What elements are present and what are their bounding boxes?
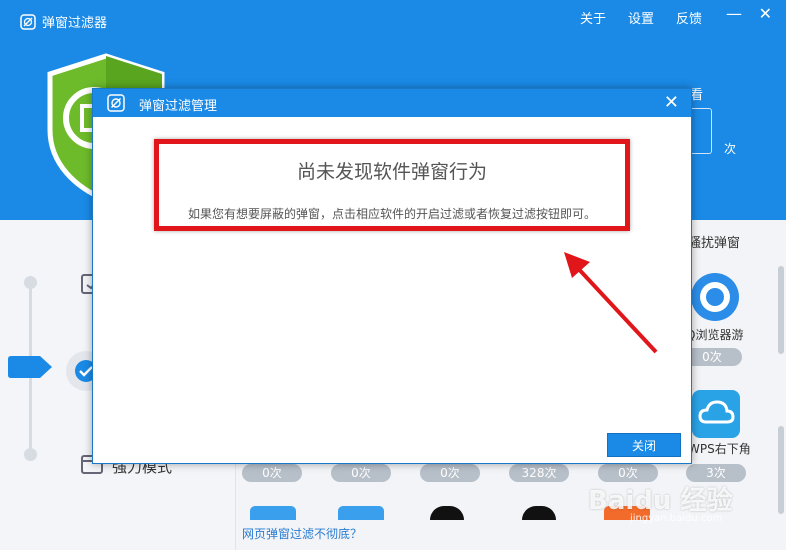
count-badge-3: 0次 <box>420 464 480 482</box>
top-menu: 关于 设置 反馈 <box>580 8 702 27</box>
mode-slider-handle[interactable] <box>8 356 52 378</box>
app-label-browser: Q浏览器游 <box>686 328 744 342</box>
menu-settings[interactable]: 设置 <box>628 8 654 27</box>
count-badge-2: 0次 <box>331 464 391 482</box>
header-count-unit: 次 <box>724 142 737 156</box>
app-label-wps: WPS右下角 <box>688 442 751 456</box>
scrollbar-thumb[interactable] <box>778 266 784 354</box>
header-count-box <box>690 108 712 154</box>
penguin-icon-2[interactable] <box>522 506 556 520</box>
watermark-url: jingyan.baidu.com <box>630 513 723 524</box>
app-title-area: 弹窗过滤器 <box>20 12 107 31</box>
app-logo-icon <box>20 13 36 30</box>
minimize-button[interactable]: — <box>726 6 742 22</box>
right-section-title: 骚扰弹窗 <box>688 236 741 251</box>
mode-slider-dot-bottom[interactable] <box>24 448 37 461</box>
dialog-close-icon[interactable]: ✕ <box>664 92 679 113</box>
mode-slider-dot-top[interactable] <box>24 276 37 289</box>
app-icon-partial-1[interactable] <box>250 506 296 520</box>
window-close-button[interactable]: ✕ <box>759 6 772 22</box>
dialog-logo-icon <box>107 94 125 112</box>
penguin-icon[interactable] <box>430 506 464 520</box>
web-filter-help-link[interactable]: 网页弹窗过滤不彻底？ <box>242 525 362 542</box>
dialog-close-button[interactable]: 关闭 <box>607 433 681 457</box>
count-badge-4: 328次 <box>509 464 569 482</box>
browser-icon[interactable] <box>690 272 740 322</box>
scrollbar-thumb-lower[interactable] <box>778 426 784 514</box>
dialog-title-bar: 弹窗过滤管理 ✕ <box>93 89 691 117</box>
cloud-icon[interactable] <box>692 390 740 438</box>
menu-feedback[interactable]: 反馈 <box>676 8 702 27</box>
annotation-highlight-box <box>154 139 630 231</box>
dialog-title: 弹窗过滤管理 <box>139 99 218 114</box>
menu-about[interactable]: 关于 <box>580 8 606 27</box>
watermark-logo: Baidu 经验 <box>588 486 733 516</box>
app-icon-partial-2[interactable] <box>338 506 384 520</box>
app-title: 弹窗过滤器 <box>42 16 108 31</box>
annotation-arrow-icon <box>564 252 658 354</box>
count-badge-1: 0次 <box>242 464 302 482</box>
